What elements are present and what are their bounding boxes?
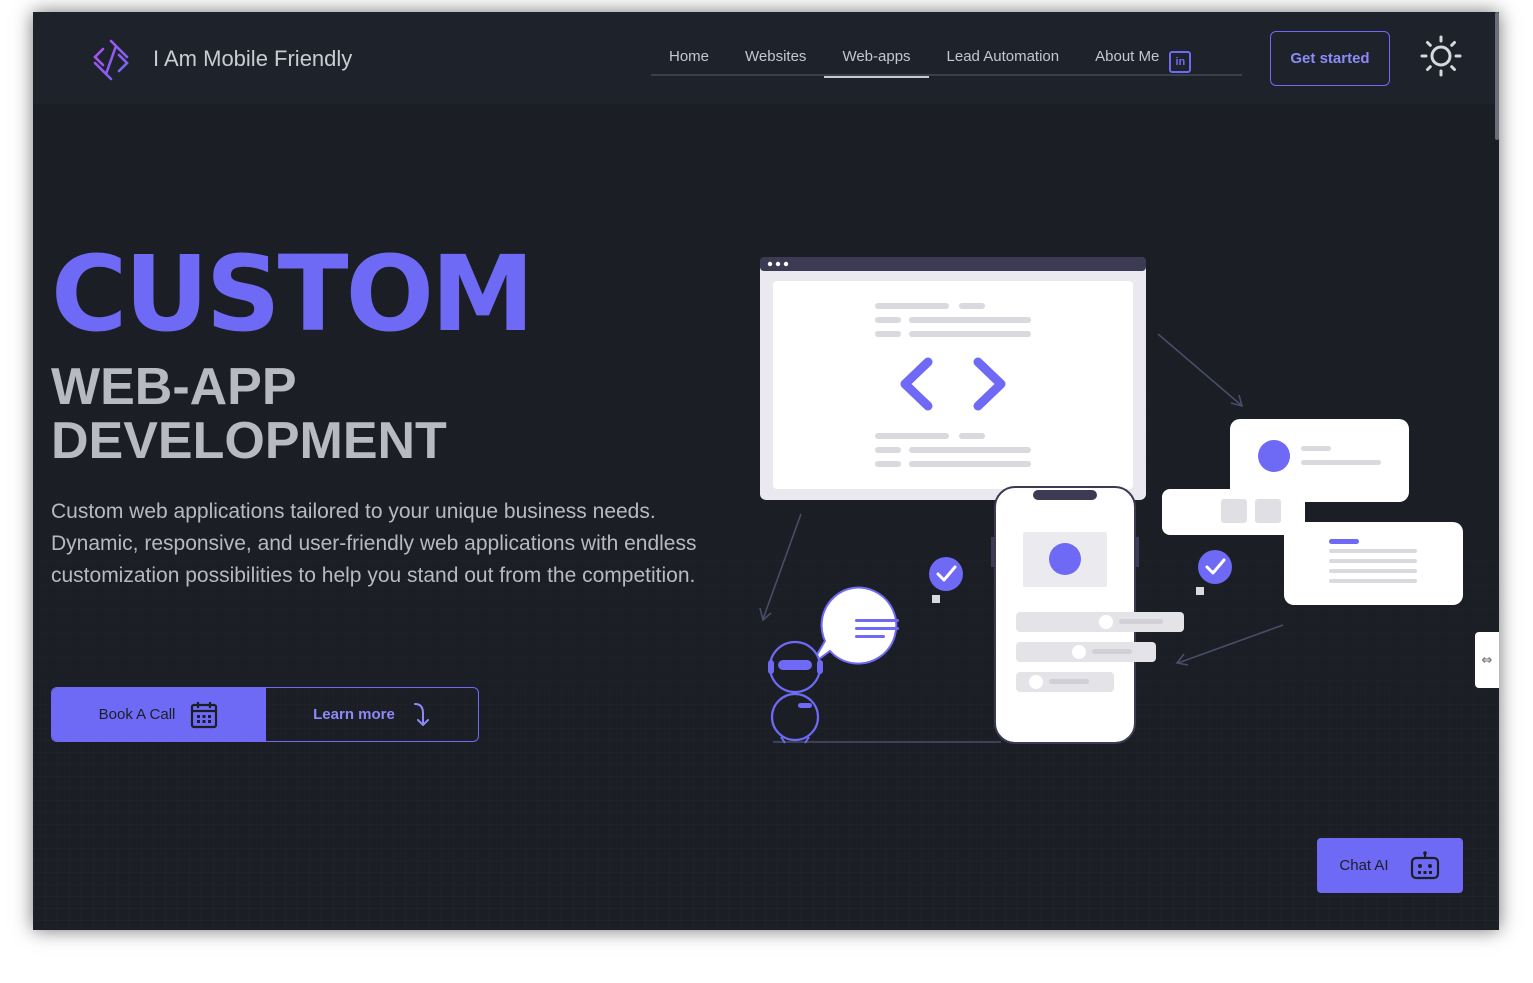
learn-more-button[interactable]: Learn more bbox=[266, 688, 478, 741]
hero-subtitle-line1: WEB-APP bbox=[51, 358, 297, 416]
web-app-illustration bbox=[759, 257, 1463, 744]
nav-home-label: Home bbox=[669, 48, 710, 65]
hero-subtitle-line2: DEVELOPMENT bbox=[51, 412, 447, 470]
nav-websites-label: Websites bbox=[745, 48, 807, 65]
robot-graphic bbox=[768, 640, 823, 744]
phone-graphic bbox=[991, 486, 1184, 744]
chat-ai-button[interactable]: Chat AI bbox=[1317, 838, 1463, 893]
arrow-down-curve-icon bbox=[413, 702, 429, 726]
book-call-label: Book A Call bbox=[98, 706, 176, 723]
nav-websites[interactable]: Websites bbox=[727, 42, 824, 76]
linkedin-icon[interactable]: in bbox=[1169, 51, 1192, 73]
hero-title: CUSTOM bbox=[51, 233, 535, 355]
book-call-button[interactable]: Book A Call bbox=[52, 688, 266, 741]
learn-more-label: Learn more bbox=[313, 706, 395, 723]
nav-about-me[interactable]: About Me in bbox=[1077, 42, 1209, 76]
chat-ai-label: Chat AI bbox=[1339, 857, 1389, 874]
get-started-button[interactable]: Get started bbox=[1270, 31, 1390, 86]
brand-name[interactable]: I Am Mobile Friendly bbox=[153, 46, 352, 72]
expand-icon[interactable]: ⇔ bbox=[1475, 632, 1499, 688]
scrollbar[interactable] bbox=[1495, 12, 1499, 140]
hero-description: Custom web applications tailored to your… bbox=[51, 500, 697, 587]
hero-subtitle: WEB-APP DEVELOPMENT bbox=[51, 360, 447, 468]
site-header: I Am Mobile Friendly Home Websites Web-a… bbox=[33, 12, 1499, 104]
main-nav: Home Websites Web-apps Lead Automation A… bbox=[651, 42, 1242, 78]
browser-viewport: I Am Mobile Friendly Home Websites Web-a… bbox=[33, 12, 1499, 930]
browser-window-graphic bbox=[760, 257, 1146, 500]
speech-bubble-graphic bbox=[810, 586, 899, 666]
nav-web-apps[interactable]: Web-apps bbox=[824, 42, 929, 78]
calendar-icon bbox=[191, 701, 218, 728]
nav-about-me-label: About Me bbox=[1095, 48, 1160, 65]
sun-icon[interactable] bbox=[1419, 34, 1463, 78]
nav-lead-automation[interactable]: Lead Automation bbox=[929, 42, 1078, 76]
code-diamond-icon[interactable] bbox=[89, 38, 133, 82]
nav-lead-automation-label: Lead Automation bbox=[946, 48, 1060, 65]
robot-icon bbox=[1410, 850, 1439, 879]
cta-button-group: Book A Call Learn more bbox=[51, 687, 479, 742]
nav-web-apps-label: Web-apps bbox=[842, 48, 911, 65]
nav-home[interactable]: Home bbox=[651, 42, 727, 76]
